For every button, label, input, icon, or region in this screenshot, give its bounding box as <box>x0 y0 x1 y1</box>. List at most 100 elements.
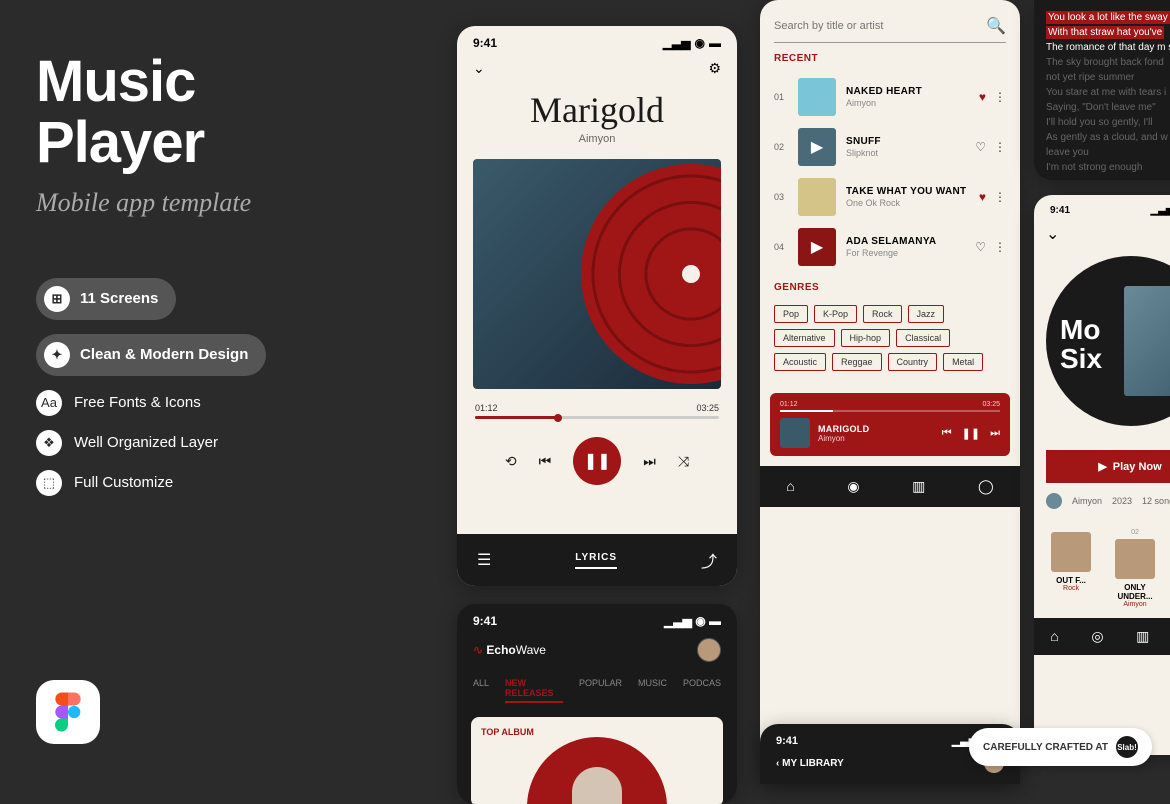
screen-album: 9:41▁▃▅ ◉ ▬ ⌄ MoSix ▶Play Now Aimyon2023… <box>1034 195 1170 755</box>
more-icon[interactable]: ⋮ <box>994 140 1006 154</box>
equalizer-button[interactable]: ⚙ <box>708 60 721 77</box>
search-input[interactable] <box>774 20 960 32</box>
song-title: Marigold <box>457 89 737 131</box>
brand-logo: ∿ EchoWave <box>473 643 546 657</box>
pause-button[interactable]: ❚❚ <box>573 437 621 485</box>
marketing-panel: Music Player Mobile app template ⊞11 Scr… <box>36 52 416 496</box>
album-cover <box>1124 286 1170 396</box>
collapse-button[interactable]: ⌄ <box>473 60 485 77</box>
product-title: Music Player <box>36 52 416 174</box>
album-track[interactable]: OUT F...Rock <box>1046 529 1096 608</box>
track-row[interactable]: 04▶ADA SELAMANYAFor Revenge♡⋮ <box>760 222 1020 272</box>
tab-podcast[interactable]: PODCAS <box>683 678 721 703</box>
favorite-icon[interactable]: ♥ <box>979 90 986 104</box>
queue-button[interactable]: ☰ <box>477 550 491 570</box>
layers-icon: ❖ <box>36 430 62 456</box>
song-artist: Aimyon <box>457 133 737 145</box>
nav-home[interactable]: ⌂ <box>786 478 794 495</box>
genre-chip[interactable]: Metal <box>943 353 983 371</box>
genre-chip[interactable]: Pop <box>774 305 808 323</box>
feature-layers: ❖Well Organized Layer <box>36 430 416 456</box>
screen-home: 9:41▁▃▅ ◉ ▬ ∿ EchoWave ALL NEW RELEASES … <box>457 604 737 804</box>
repeat-button[interactable]: ⟲ <box>505 453 517 470</box>
tab-music[interactable]: MUSIC <box>638 678 667 703</box>
play-now-button[interactable]: ▶Play Now <box>1046 450 1170 483</box>
time-elapsed: 01:12 <box>475 403 498 413</box>
favorite-icon[interactable]: ♥ <box>979 190 986 204</box>
top-album-card[interactable]: TOP ALBUM <box>471 717 723 804</box>
feature-screens: ⊞11 Screens <box>36 278 176 320</box>
prev-button[interactable]: ⏮ <box>539 453 552 470</box>
play-icon: ▶ <box>1098 460 1106 473</box>
vinyl-disc <box>581 164 721 384</box>
genre-chip[interactable]: Hip-hop <box>841 329 891 347</box>
next-button[interactable]: ⏭ <box>643 453 656 470</box>
battery-icon: ▬ <box>709 36 721 50</box>
progress-section: 01:1203:25 <box>475 403 719 419</box>
library-title[interactable]: ‹ MY LIBRARY <box>776 758 844 769</box>
wifi-icon: ◉ <box>695 36 705 50</box>
genres-label: GENRES <box>774 282 1006 293</box>
track-row[interactable]: 01NAKED HEARTAimyon♥⋮ <box>760 72 1020 122</box>
tab-popular[interactable]: POPULAR <box>579 678 622 703</box>
more-icon[interactable]: ⋮ <box>994 90 1006 104</box>
genre-chip[interactable]: K-Pop <box>814 305 857 323</box>
nav-bar: ⌂ ◎ ▥ ◯ <box>1034 618 1170 655</box>
favorite-icon[interactable]: ♡ <box>975 240 986 254</box>
collapse-button[interactable]: ⌄ <box>1046 226 1059 243</box>
track-row[interactable]: 03TAKE WHAT YOU WANTOne Ok Rock♥⋮ <box>760 172 1020 222</box>
genres-list: Pop K-Pop Rock Jazz Alternative Hip-hop … <box>760 301 1020 375</box>
signal-icon: ▁▃▅ <box>663 36 691 50</box>
nav-home[interactable]: ⌂ <box>1050 628 1058 645</box>
slab-logo: Slab! <box>1116 736 1138 758</box>
nav-bar: ⌂ ◉ ▥ ◯ <box>760 466 1020 507</box>
status-bar: 9:41 ▁▃▅ ◉ ▬ <box>457 26 737 54</box>
grid-icon: ⊞ <box>44 286 70 312</box>
product-subtitle: Mobile app template <box>36 188 416 218</box>
nav-profile[interactable]: ◯ <box>978 478 994 495</box>
progress-bar[interactable] <box>475 416 719 419</box>
genre-chip[interactable]: Rock <box>863 305 902 323</box>
album-meta: Aimyon202312 songs <box>1034 483 1170 519</box>
figma-badge <box>36 680 100 744</box>
genre-chip[interactable]: Acoustic <box>774 353 826 371</box>
share-button[interactable]: ⤴ <box>701 548 717 572</box>
mini-album-art <box>780 418 810 448</box>
genre-chip[interactable]: Reggae <box>832 353 882 371</box>
more-icon[interactable]: ⋮ <box>994 190 1006 204</box>
search-icon[interactable]: 🔍 <box>986 16 1006 36</box>
genre-chip[interactable]: Jazz <box>908 305 945 323</box>
more-icon[interactable]: ⋮ <box>994 240 1006 254</box>
shuffle-button[interactable]: ⤨ <box>678 453 689 470</box>
search-bar: 🔍 <box>774 16 1006 43</box>
mini-next[interactable]: ⏭ <box>990 427 1000 440</box>
nav-library[interactable]: ▥ <box>1136 628 1149 645</box>
nav-explore[interactable]: ◎ <box>1091 628 1103 645</box>
text-icon: Aa <box>36 390 62 416</box>
album-track[interactable]: 02ONLY UNDER...Aimyon <box>1110 529 1160 608</box>
mini-progress[interactable] <box>780 410 1000 412</box>
nav-explore[interactable]: ◉ <box>847 478 859 495</box>
nav-library[interactable]: ▥ <box>912 478 925 495</box>
recent-label: RECENT <box>774 53 1006 64</box>
feature-fonts: AaFree Fonts & Icons <box>36 390 416 416</box>
crop-icon: ⬚ <box>36 470 62 496</box>
genre-chip[interactable]: Alternative <box>774 329 835 347</box>
mini-prev[interactable]: ⏮ <box>942 427 952 440</box>
mini-pause[interactable]: ❚❚ <box>962 427 980 440</box>
feature-customize: ⬚Full Customize <box>36 470 416 496</box>
screen-search: 🔍 RECENT 01NAKED HEARTAimyon♥⋮ 02▶SNUFFS… <box>760 0 1020 780</box>
favorite-icon[interactable]: ♡ <box>975 140 986 154</box>
tab-new-releases[interactable]: NEW RELEASES <box>505 678 563 703</box>
crafted-badge: CAREFULLY CRAFTED AT Slab! <box>969 728 1152 766</box>
tab-all[interactable]: ALL <box>473 678 489 703</box>
mini-player[interactable]: 01:1203:25 MARIGOLDAimyon ⏮❚❚⏭ <box>770 393 1010 456</box>
wand-icon: ✦ <box>44 342 70 368</box>
screen-now-playing: 9:41 ▁▃▅ ◉ ▬ ⌄ ⚙ Marigold Aimyon 01:1203… <box>457 26 737 586</box>
genre-chip[interactable]: Classical <box>896 329 950 347</box>
genre-chip[interactable]: Country <box>888 353 938 371</box>
lyrics-tab[interactable]: LYRICS <box>575 552 617 569</box>
track-row[interactable]: 02▶SNUFFSlipknot♡⋮ <box>760 122 1020 172</box>
album-art <box>473 159 721 389</box>
avatar[interactable] <box>697 638 721 662</box>
